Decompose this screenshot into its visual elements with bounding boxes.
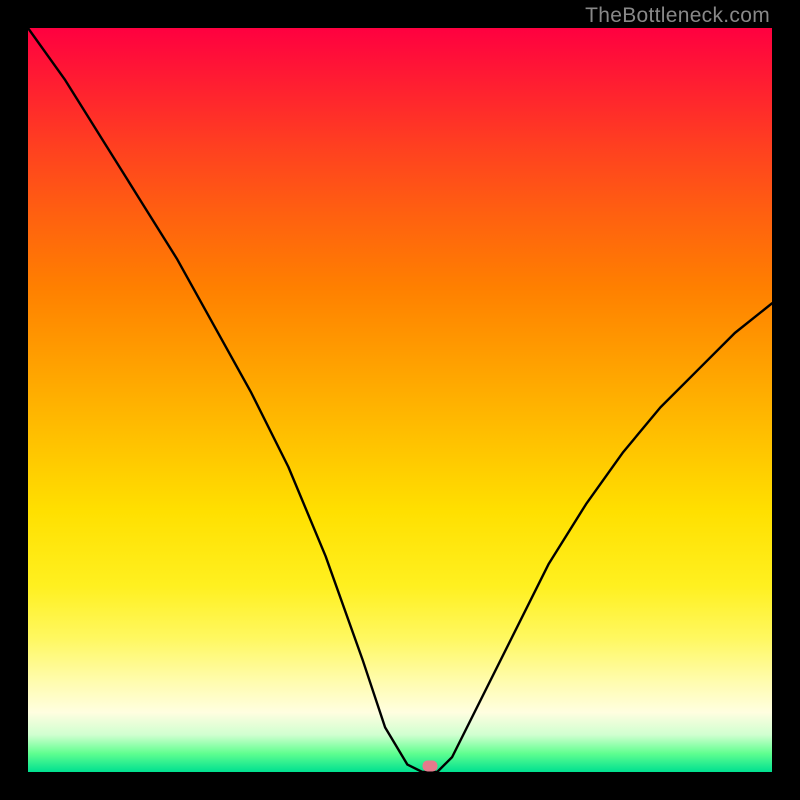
chart-plot-area — [28, 28, 772, 772]
watermark-text: TheBottleneck.com — [585, 4, 770, 28]
bottleneck-curve — [28, 28, 772, 772]
minimum-marker — [422, 761, 437, 772]
